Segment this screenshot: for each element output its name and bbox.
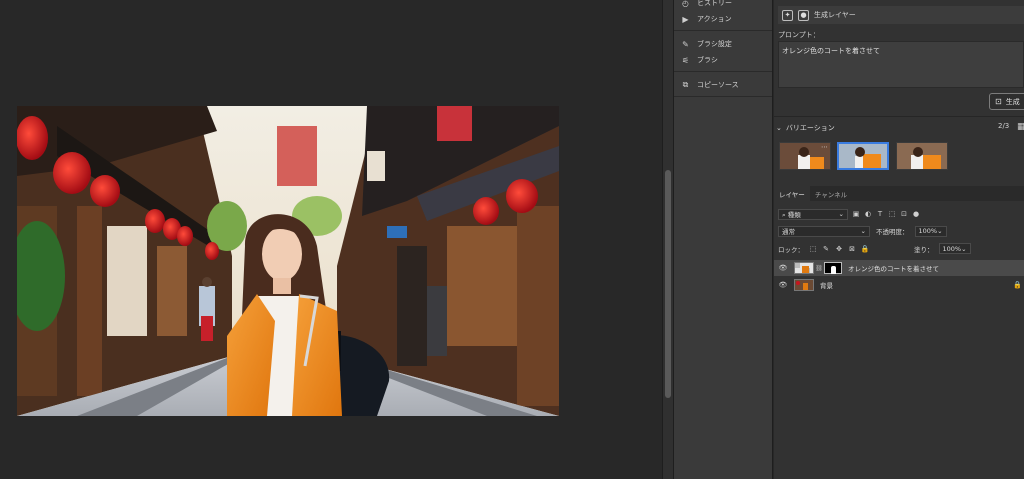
visibility-eye-icon[interactable]: 👁 xyxy=(778,264,788,272)
layer-mask-icon: ● xyxy=(798,9,809,21)
layer-mask-thumbnail[interactable] xyxy=(824,262,842,274)
background-thumbnail-image xyxy=(795,280,813,290)
type-filter-icon[interactable]: T xyxy=(876,210,884,218)
opacity-value: 100% xyxy=(918,227,938,235)
tab-layers[interactable]: レイヤー xyxy=(774,186,810,201)
variation-thumb-1[interactable]: ⋯ xyxy=(779,142,831,170)
variation-3-image xyxy=(897,143,947,169)
divider xyxy=(674,96,772,97)
panel-clone-source[interactable]: ⧉ コピーソース xyxy=(680,78,739,92)
search-icon: ⌕ xyxy=(782,210,786,219)
layer-thumbnail xyxy=(794,262,814,274)
layer-row-background[interactable]: 👁 背景 🔒 xyxy=(774,277,1024,293)
prompt-text: オレンジ色のコートを着させて xyxy=(782,47,880,55)
properties-layers-panel: ✦ ● 生成レイヤー プロンプト： オレンジ色のコートを着させて ⊡ 生成 ⌄ … xyxy=(774,0,1024,479)
lock-icon: 🔒 xyxy=(1013,281,1022,289)
layer-name: 背景 xyxy=(820,282,833,290)
panel-actions-label: アクション xyxy=(697,15,732,23)
layer-row-generative[interactable]: 👁 ⛓ オレンジ色のコートを着させて xyxy=(774,260,1024,276)
divider xyxy=(674,30,772,31)
fill-label: 塗り： xyxy=(914,245,934,254)
canvas-vertical-scrollbar[interactable] xyxy=(662,0,673,479)
tab-channels[interactable]: チャンネル xyxy=(810,186,852,201)
prompt-label: プロンプト： xyxy=(778,31,820,39)
layers-tab-bar: レイヤー チャンネル xyxy=(774,186,1024,201)
prompt-input[interactable]: オレンジ色のコートを着させて xyxy=(778,41,1024,88)
layer-type-label: 生成レイヤー xyxy=(814,11,856,19)
panel-brush[interactable]: ⚟ ブラシ xyxy=(680,53,718,67)
visibility-eye-icon[interactable]: 👁 xyxy=(778,281,788,289)
blend-opacity-row: 通常 ⌄ 不透明度： 100% ⌄ xyxy=(778,225,1024,237)
collapsed-panel-dock: ◴ ヒストリー ▶ アクション ✎ ブラシ設定 ⚟ ブラシ ⧉ コピーソース xyxy=(673,0,773,479)
divider xyxy=(774,116,1024,117)
play-icon: ▶ xyxy=(682,14,689,24)
filter-kind-value: 種類 xyxy=(787,210,801,219)
generative-layer-header: ✦ ● 生成レイヤー xyxy=(778,6,1024,24)
photoshop-window: ◴ ヒストリー ▶ アクション ✎ ブラシ設定 ⚟ ブラシ ⧉ コピーソース ✦… xyxy=(0,0,1024,479)
variations-count: 2/3 xyxy=(998,122,1010,130)
brush-settings-icon: ✎ xyxy=(682,39,689,49)
chevron-down-icon: ⌄ xyxy=(776,124,782,132)
panel-brush-label: ブラシ xyxy=(697,56,718,64)
variations-header[interactable]: ⌄ バリエーション xyxy=(776,122,1024,134)
layer-name: オレンジ色のコートを着させて xyxy=(848,265,939,273)
generate-icon: ⊡ xyxy=(995,97,1002,106)
panel-history-label: ヒストリー xyxy=(697,0,732,7)
variations-label: バリエーション xyxy=(785,124,835,132)
chevron-down-icon: ⌄ xyxy=(838,210,844,218)
fill-field[interactable]: 100% ⌄ xyxy=(938,243,971,254)
more-icon[interactable]: ⋯ xyxy=(821,143,828,151)
grid-view-icon[interactable]: ▦ xyxy=(1017,122,1024,132)
pixel-filter-icon[interactable]: ▣ xyxy=(852,210,860,218)
panel-brush-settings-label: ブラシ設定 xyxy=(697,40,732,48)
generate-button-label: 生成 xyxy=(1005,97,1020,106)
variation-thumb-2-selected[interactable] xyxy=(837,142,889,170)
panel-actions[interactable]: ▶ アクション xyxy=(680,12,732,26)
document-image[interactable] xyxy=(17,106,559,416)
generative-fill-icon: ✦ xyxy=(782,9,793,21)
blend-mode-value: 通常 xyxy=(782,228,795,236)
blend-mode-dropdown[interactable]: 通常 ⌄ xyxy=(778,225,870,237)
panel-clone-source-label: コピーソース xyxy=(697,81,739,89)
lock-image-icon[interactable]: ✎ xyxy=(822,245,830,253)
lock-all-icon[interactable]: 🔒 xyxy=(861,245,870,253)
chevron-down-icon: ⌄ xyxy=(937,227,943,235)
layer-thumbnail-image xyxy=(795,263,813,273)
smart-object-filter-icon[interactable]: ⊡ xyxy=(900,210,908,218)
filter-kind-dropdown[interactable]: ⌕ 種類 ⌄ xyxy=(778,208,848,220)
scrollbar-thumb[interactable] xyxy=(665,170,671,398)
lock-label: ロック： xyxy=(778,245,804,254)
history-icon: ◴ xyxy=(682,0,689,8)
lock-position-icon[interactable]: ✥ xyxy=(835,245,843,253)
chevron-down-icon: ⌄ xyxy=(860,227,866,235)
divider xyxy=(674,71,772,72)
fill-value: 100% xyxy=(942,244,962,253)
street-photo xyxy=(17,106,559,416)
filter-toggle-icon[interactable]: ● xyxy=(912,210,920,218)
clone-source-icon: ⧉ xyxy=(682,80,689,89)
link-icon[interactable]: ⛓ xyxy=(815,263,823,273)
brush-icon: ⚟ xyxy=(681,55,690,65)
panel-history[interactable]: ◴ ヒストリー xyxy=(680,0,732,10)
layer-thumbnail xyxy=(794,279,814,291)
lock-fill-row: ロック： ⬚ ✎ ✥ ⊠ 🔒 塗り： 100% ⌄ xyxy=(778,243,1024,254)
variation-thumb-3[interactable] xyxy=(896,142,948,170)
lock-artboard-icon[interactable]: ⊠ xyxy=(848,245,856,253)
panel-brush-settings[interactable]: ✎ ブラシ設定 xyxy=(680,37,732,51)
opacity-field[interactable]: 100% ⌄ xyxy=(914,225,947,237)
generate-button[interactable]: ⊡ 生成 xyxy=(989,93,1024,110)
canvas-area[interactable] xyxy=(0,0,662,479)
lock-transparent-icon[interactable]: ⬚ xyxy=(809,245,817,253)
shape-filter-icon[interactable]: ⬚ xyxy=(888,210,896,218)
layer-filter-toolbar: ⌕ 種類 ⌄ ▣ ◐ T ⬚ ⊡ ● xyxy=(778,208,1024,220)
variation-2-image xyxy=(839,144,887,168)
adjustment-filter-icon[interactable]: ◐ xyxy=(864,210,872,218)
opacity-label: 不透明度： xyxy=(876,228,909,236)
chevron-down-icon: ⌄ xyxy=(961,244,967,253)
